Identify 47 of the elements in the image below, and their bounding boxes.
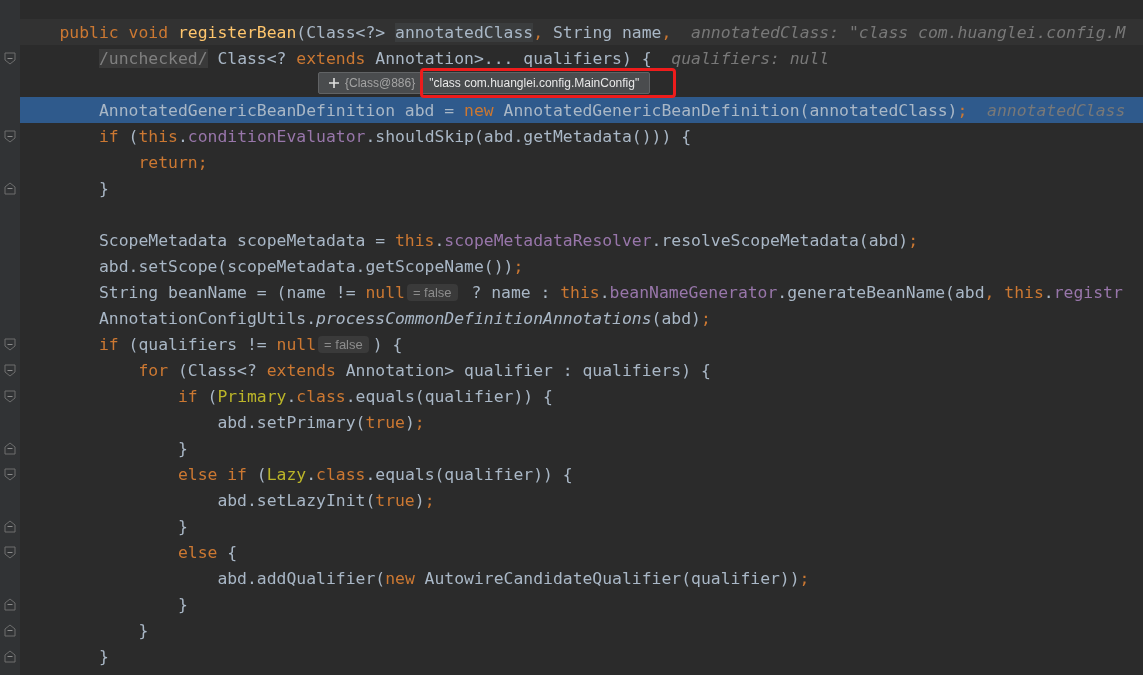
fold-end-icon[interactable] [4,181,16,195]
code-text: return; [138,152,208,172]
fold-end-icon[interactable] [4,441,16,455]
inlay-hint: = false [406,283,458,301]
object-id: {Class@886} [345,76,416,90]
inlay-hint: = false [318,335,369,353]
fold-start-icon[interactable] [4,51,16,65]
code-text: ? name : this.beanNameGenerator.generateBeanName(abd, this.registr [471,282,1123,302]
fold-end-icon[interactable] [4,623,16,637]
fold-start-icon[interactable] [4,337,16,351]
code-text: } [177,594,188,614]
value-text: "class com.huanglei.config.MainConfig" [429,76,640,90]
code-text: for (Class<? extends Annotation> qualifier : qualifiers) { [138,360,711,380]
code-text: } [177,438,188,458]
inline-value-hint: annotatedClass [987,100,1126,120]
code-text: } [98,178,109,198]
inline-value-hint: annotatedClass: "class com.huanglei.config.M [691,22,1126,42]
code-text: ) { [372,334,403,354]
code-text: } [177,516,188,536]
code-text: ScopeMetadata scopeMetadata = this.scopeMetadataResolver.resolveScopeMetadata(abd); [98,230,919,250]
code-text: } [98,646,109,666]
code-text: if (qualifiers != null [98,334,317,354]
fold-start-icon[interactable] [4,467,16,481]
code-text: AnnotationConfigUtils.processCommonDefinitionAnnotations(abd); [98,308,711,328]
code-text: else { [177,542,238,562]
expand-icon[interactable] [329,78,339,88]
fold-start-icon[interactable] [4,129,16,143]
folded-code-placeholder[interactable]: /unchecked/ [98,48,208,68]
fold-end-icon[interactable] [4,519,16,533]
code-text: abd.setLazyInit(true); [217,490,435,510]
code-text: Class<? extends Annotation>... qualifiers) { [217,48,652,68]
code-text: AnnotatedGenericBeanDefinition abd = new AnnotatedGenericBeanDefinition(annotatedClass); [98,100,968,120]
code-text: if (Primary.class.equals(qualifier)) { [177,386,553,406]
code-text: abd.setPrimary(true); [217,412,425,432]
code-text: public void registerBean(Class<?> annotatedClass, String name, [59,22,672,42]
fold-end-icon[interactable] [4,649,16,663]
code-text: abd.addQualifier(new AutowireCandidateQualifier(qualifier)); [217,568,810,588]
fold-end-icon[interactable] [4,597,16,611]
fold-start-icon[interactable] [4,389,16,403]
inline-value-hint: qualifiers: null [671,48,830,68]
code-text: if (this.conditionEvaluator.shouldSkip(abd.getMetadata())) { [98,126,692,146]
code-text: } [138,620,149,640]
fold-start-icon[interactable] [4,363,16,377]
code-text: String beanName = (name != null [98,282,405,302]
code-text: else if (Lazy.class.equals(qualifier)) { [177,464,573,484]
code-text: abd.setScope(scopeMetadata.getScopeName()); [98,256,524,276]
fold-start-icon[interactable] [4,545,16,559]
